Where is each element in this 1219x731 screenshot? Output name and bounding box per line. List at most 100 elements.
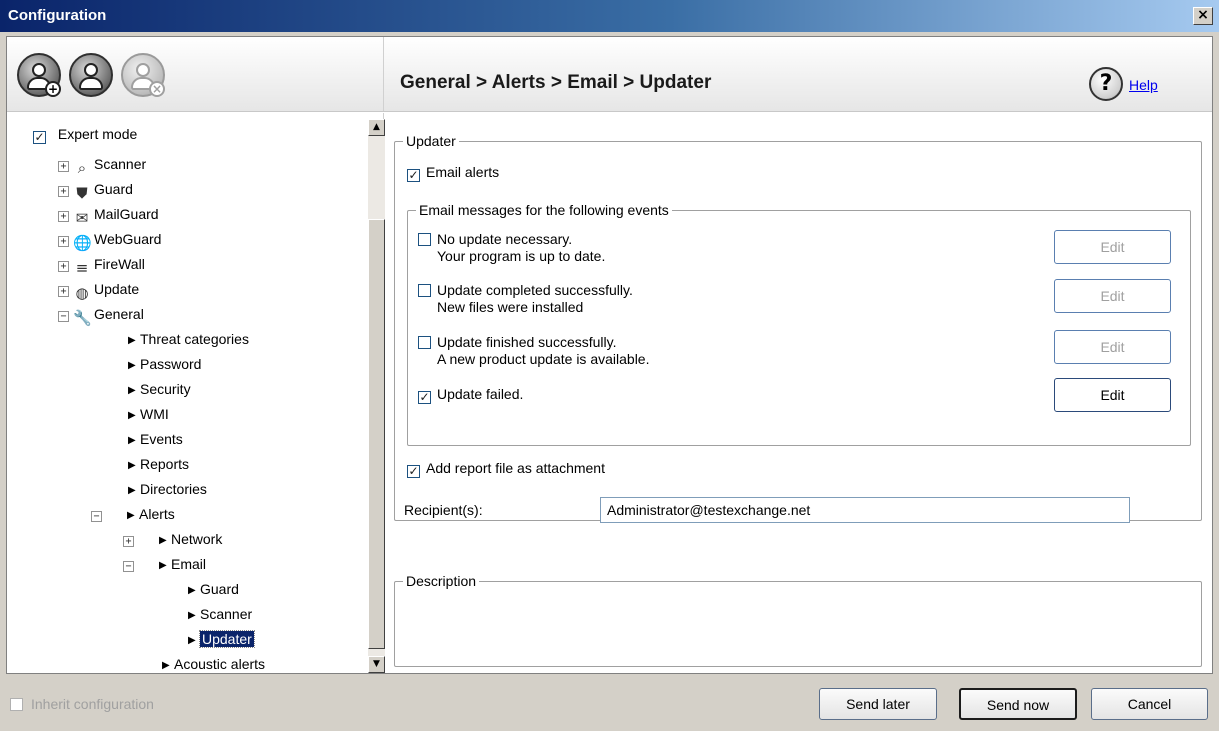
- event-update-failed[interactable]: ✓ Update failed.: [418, 386, 523, 404]
- expand-icon[interactable]: +: [58, 261, 69, 272]
- mail-icon: ✉: [75, 209, 89, 227]
- config-frame: + × General > Alerts > Email > Updater ?…: [6, 36, 1213, 674]
- tree-item-email[interactable]: − ▶ Email: [123, 553, 206, 575]
- tree-item-acoustic-alerts[interactable]: ▶ Acoustic alerts: [162, 653, 265, 673]
- help-icon[interactable]: ?: [1089, 67, 1123, 101]
- scroll-down-button[interactable]: ▼: [368, 656, 385, 673]
- settings-panel: Updater ✓ Email alerts Email messages for…: [385, 113, 1212, 673]
- arrow-icon: ▶: [188, 635, 196, 646]
- tree-item-firewall[interactable]: + ≡ FireWall: [58, 253, 145, 277]
- tree-item-webguard[interactable]: + 🌐 WebGuard: [58, 228, 161, 252]
- tree-item-threat-categories[interactable]: ▶ Threat categories: [128, 328, 249, 350]
- tree-item-network[interactable]: + ▶ Network: [123, 528, 222, 550]
- event-no-update[interactable]: No update necessary. Your program is up …: [418, 231, 605, 265]
- tree-scrollbar[interactable]: ▲ ▼: [368, 119, 385, 673]
- arrow-icon: ▶: [128, 460, 136, 471]
- description-group: Description: [394, 573, 1202, 667]
- edit-button: Edit: [1054, 279, 1171, 313]
- magnifier-icon: ⌕: [77, 159, 87, 177]
- edit-button: Edit: [1054, 230, 1171, 264]
- arrow-icon: ▶: [127, 510, 135, 521]
- scroll-up-button[interactable]: ▲: [368, 119, 385, 136]
- breadcrumb: General > Alerts > Email > Updater: [400, 72, 712, 93]
- close-button[interactable]: ×: [1193, 7, 1213, 25]
- title-bar: Configuration ×: [0, 0, 1219, 32]
- collapse-icon[interactable]: −: [123, 561, 134, 572]
- email-alerts-checkbox[interactable]: ✓ Email alerts: [407, 164, 499, 182]
- globe-icon: 🌐: [73, 234, 92, 252]
- profile-edit-icon[interactable]: [69, 53, 113, 97]
- tree-item-alerts[interactable]: − ▶ Alerts: [91, 503, 175, 525]
- update-globe-icon: ◍: [75, 284, 89, 302]
- wrench-icon: 🔧: [73, 309, 92, 327]
- toolbar: + × General > Alerts > Email > Updater ?…: [7, 37, 1212, 112]
- arrow-icon: ▶: [162, 660, 170, 671]
- group-label: Description: [403, 573, 480, 589]
- profile-toolbar: + ×: [7, 37, 384, 111]
- recipients-input[interactable]: Administrator@testexchange.net: [600, 497, 1130, 523]
- collapse-icon[interactable]: −: [91, 511, 102, 522]
- tree-item-wmi[interactable]: ▶ WMI: [128, 403, 169, 425]
- tree-item-update[interactable]: + ◍ Update: [58, 278, 139, 302]
- group-label: Updater: [403, 133, 459, 149]
- edit-button: Edit: [1054, 330, 1171, 364]
- arrow-icon: ▶: [128, 435, 136, 446]
- expert-mode-checkbox[interactable]: ✓ Expert mode: [33, 123, 137, 145]
- expand-icon[interactable]: +: [58, 236, 69, 247]
- group-label: Email messages for the following events: [416, 202, 672, 218]
- expand-icon[interactable]: +: [58, 286, 69, 297]
- event-update-completed[interactable]: Update completed successfully. New files…: [418, 282, 633, 316]
- arrow-icon: ▶: [128, 335, 136, 346]
- expand-icon[interactable]: +: [58, 211, 69, 222]
- firewall-icon: ≡: [75, 259, 89, 277]
- checkbox-checked[interactable]: ✓: [407, 465, 420, 478]
- expand-icon[interactable]: +: [123, 536, 134, 547]
- expand-icon[interactable]: +: [58, 161, 69, 172]
- checkbox-checked[interactable]: ✓: [418, 391, 431, 404]
- arrow-icon: ▶: [128, 385, 136, 396]
- checkbox-disabled: [10, 698, 23, 711]
- collapse-icon[interactable]: −: [58, 311, 69, 322]
- tree-item-events[interactable]: ▶ Events: [128, 428, 183, 450]
- expand-icon[interactable]: +: [58, 186, 69, 197]
- send-later-button[interactable]: Send later: [819, 688, 937, 720]
- arrow-icon: ▶: [159, 560, 167, 571]
- checkbox-checked[interactable]: ✓: [407, 169, 420, 182]
- tree-item-directories[interactable]: ▶ Directories: [128, 478, 207, 500]
- tree-item-email-guard[interactable]: ▶ Guard: [188, 578, 239, 600]
- selected-label: Updater: [199, 630, 255, 648]
- checkbox-unchecked[interactable]: [418, 336, 431, 349]
- send-now-button[interactable]: Send now: [959, 688, 1077, 720]
- profile-add-icon[interactable]: +: [17, 53, 61, 97]
- shield-icon: ⛊: [76, 184, 88, 202]
- window-title: Configuration: [8, 7, 107, 24]
- help-link[interactable]: Help: [1129, 77, 1158, 93]
- events-group: Email messages for the following events …: [407, 202, 1191, 446]
- tree-item-guard[interactable]: + ⛊ Guard: [58, 178, 133, 202]
- tree-item-email-scanner[interactable]: ▶ Scanner: [188, 603, 252, 625]
- inherit-configuration-checkbox: Inherit configuration: [10, 696, 154, 712]
- event-update-finished[interactable]: Update finished successfully. A new prod…: [418, 334, 649, 368]
- tree-item-scanner[interactable]: + ⌕ Scanner: [58, 153, 146, 177]
- cancel-button[interactable]: Cancel: [1091, 688, 1208, 720]
- edit-button[interactable]: Edit: [1054, 378, 1171, 412]
- arrow-icon: ▶: [188, 610, 196, 621]
- tree-item-password[interactable]: ▶ Password: [128, 353, 201, 375]
- arrow-icon: ▶: [128, 410, 136, 421]
- checkbox-unchecked[interactable]: [418, 233, 431, 246]
- checkbox-checked[interactable]: ✓: [33, 131, 46, 144]
- tree-item-general[interactable]: − 🔧 General: [58, 303, 144, 327]
- arrow-icon: ▶: [188, 585, 196, 596]
- tree-item-updater[interactable]: ▶ Updater: [188, 628, 255, 650]
- tree-item-reports[interactable]: ▶ Reports: [128, 453, 189, 475]
- scroll-thumb[interactable]: [368, 219, 385, 649]
- attachment-checkbox[interactable]: ✓ Add report file as attachment: [407, 460, 605, 478]
- config-tree: ✓ Expert mode + ⌕ Scanner + ⛊ Guard + ✉ MailGu…: [7, 113, 384, 673]
- footer-bar: Inherit configuration Send later Send no…: [0, 676, 1219, 731]
- tree-item-mailguard[interactable]: + ✉ MailGuard: [58, 203, 159, 227]
- checkbox-unchecked[interactable]: [418, 284, 431, 297]
- recipients-label: Recipient(s):: [404, 502, 483, 518]
- arrow-icon: ▶: [159, 535, 167, 546]
- tree-item-security[interactable]: ▶ Security: [128, 378, 191, 400]
- arrow-icon: ▶: [128, 360, 136, 371]
